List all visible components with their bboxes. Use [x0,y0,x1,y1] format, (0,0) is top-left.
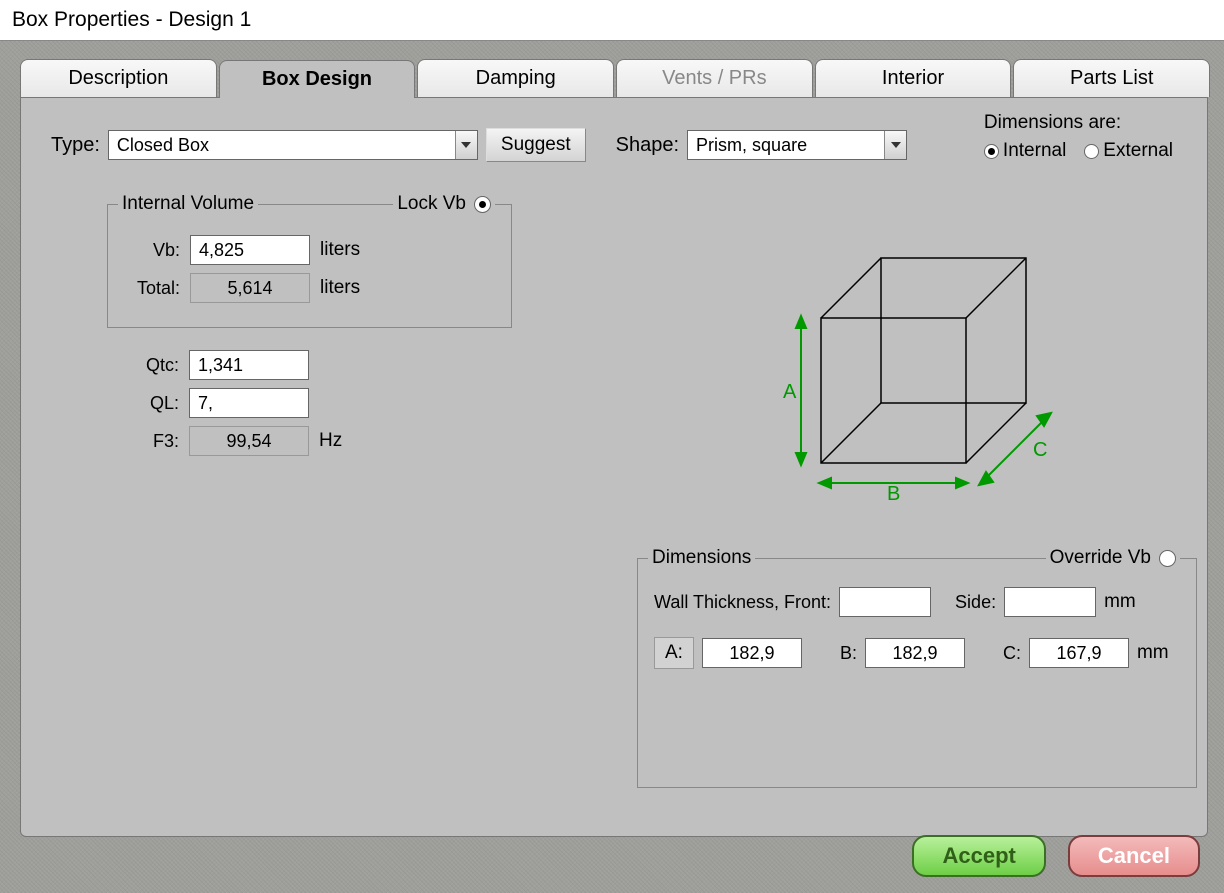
override-vb-label: Override Vb [1050,547,1151,569]
radio-internal-label: Internal [1003,140,1066,162]
suggest-button[interactable]: Suggest [486,128,586,162]
dim-c-label: C: [1003,643,1021,664]
cube-label-c: C [1033,439,1047,461]
chevron-down-icon [884,131,906,159]
qtc-label: Qtc: [133,355,179,376]
mm-unit: mm [1137,642,1169,664]
tab-vents-prs[interactable]: Vents / PRs [616,59,813,97]
lock-vb-radio[interactable] [474,196,491,213]
cancel-button[interactable]: Cancel [1068,835,1200,877]
side-label: Side: [955,592,996,613]
radio-dot-icon [1084,144,1099,159]
dimensions-are-label: Dimensions are: [984,112,1173,134]
tab-damping[interactable]: Damping [417,59,614,97]
radio-internal[interactable]: Internal [984,140,1066,162]
dimensions-group: Dimensions Override Vb Wall Thickness, F… [637,558,1197,788]
window-title: Box Properties - Design 1 [12,8,251,31]
type-combo[interactable]: Closed Box [108,130,478,160]
dialog-frame: Description Box Design Damping Vents / P… [0,41,1224,893]
tab-description[interactable]: Description [20,59,217,97]
lock-vb-label: Lock Vb [397,193,466,215]
chevron-down-icon [455,131,477,159]
total-unit: liters [320,277,360,299]
wall-front-input[interactable] [839,587,931,617]
shape-label: Shape: [616,134,679,157]
accept-button[interactable]: Accept [912,835,1045,877]
qtc-input[interactable]: 1,341 [189,350,309,380]
vb-label: Vb: [124,240,180,261]
tab-interior[interactable]: Interior [815,59,1012,97]
dim-a-label: A: [654,637,694,669]
wall-thickness-label: Wall Thickness, Front: [654,592,831,613]
dim-b-label: B: [840,643,857,664]
dim-a-value: 182,9 [702,638,802,668]
shape-value: Prism, square [688,135,884,156]
dimensions-are-group: Dimensions are: Internal External [984,112,1173,162]
cube-diagram: A B C [761,238,1081,538]
ql-input[interactable]: 7, [189,388,309,418]
radio-external-label: External [1103,140,1173,162]
f3-unit: Hz [319,430,342,452]
internal-volume-group: Internal Volume Lock Vb Vb: 4,825 liters… [107,204,512,328]
tab-parts-list[interactable]: Parts List [1013,59,1210,97]
tab-box-design[interactable]: Box Design [219,60,416,98]
type-label: Type: [51,134,100,157]
radio-dot-icon [984,144,999,159]
vb-unit: liters [320,239,360,261]
f3-value: 99,54 [189,426,309,456]
dim-b-value: 182,9 [865,638,965,668]
tab-strip: Description Box Design Damping Vents / P… [20,59,1210,97]
cube-label-a: A [783,381,797,403]
vb-input[interactable]: 4,825 [190,235,310,265]
internal-volume-legend: Internal Volume [118,193,258,215]
ql-label: QL: [133,393,179,414]
total-value: 5,614 [190,273,310,303]
shape-combo[interactable]: Prism, square [687,130,907,160]
title-bar: Box Properties - Design 1 [0,0,1224,41]
radio-external[interactable]: External [1084,140,1173,162]
override-vb-radio[interactable] [1159,550,1176,567]
box-design-panel: Dimensions are: Internal External Type: … [20,97,1208,837]
f3-label: F3: [133,431,179,452]
cube-label-b: B [887,483,900,505]
override-vb-group: Override Vb [1046,547,1180,569]
footer-buttons: Accept Cancel [912,835,1200,877]
dim-c-value: 167,9 [1029,638,1129,668]
dimensions-legend: Dimensions [648,547,755,569]
lock-vb-group: Lock Vb [393,193,495,215]
total-label: Total: [124,278,180,299]
mm-unit: mm [1104,591,1136,613]
wall-side-input[interactable] [1004,587,1096,617]
type-value: Closed Box [109,135,455,156]
